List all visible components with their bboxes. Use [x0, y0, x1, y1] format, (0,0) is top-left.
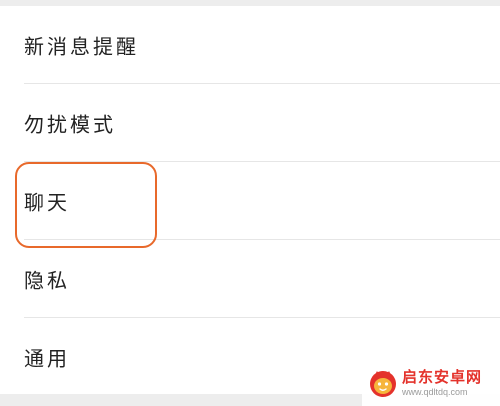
- settings-item-label: 隐私: [24, 268, 70, 293]
- cat-logo-icon: [370, 371, 396, 397]
- settings-item-label: 勿扰模式: [24, 112, 116, 137]
- watermark-text: 启东安卓网 www.qdltdq.com: [402, 367, 483, 397]
- settings-item-label: 通用: [24, 346, 70, 371]
- watermark: 启东安卓网 www.qdltdq.com: [362, 360, 500, 406]
- watermark-url: www.qdltdq.com: [402, 386, 468, 397]
- settings-list: 新消息提醒 勿扰模式 聊天 隐私 通用: [0, 6, 500, 396]
- watermark-title: 启东安卓网: [402, 367, 483, 386]
- settings-item-label: 新消息提醒: [24, 34, 139, 59]
- settings-item-chat[interactable]: 聊天: [0, 162, 500, 240]
- settings-item-new-message-alerts[interactable]: 新消息提醒: [0, 6, 500, 84]
- settings-item-label: 聊天: [24, 190, 70, 215]
- settings-item-privacy[interactable]: 隐私: [0, 240, 500, 318]
- settings-item-do-not-disturb[interactable]: 勿扰模式: [0, 84, 500, 162]
